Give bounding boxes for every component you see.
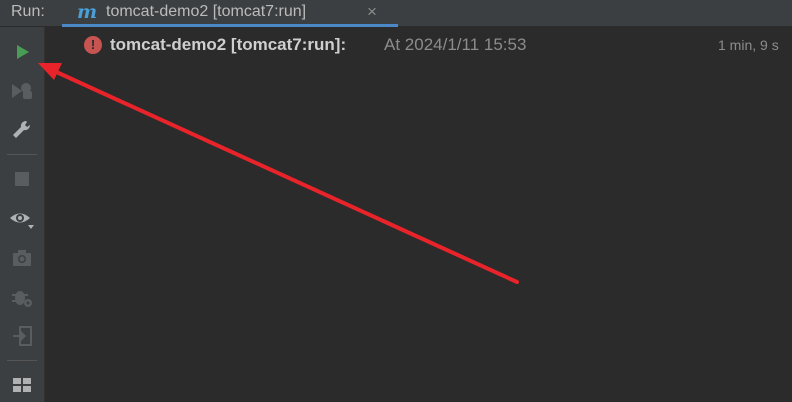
layout-button[interactable] — [8, 371, 36, 399]
show-options-button[interactable] — [8, 205, 36, 233]
wrench-icon — [13, 120, 31, 138]
stop-button[interactable] — [8, 165, 36, 193]
camera-icon — [13, 250, 31, 266]
rerun-failed-icon — [12, 83, 32, 99]
tab-label: tomcat-demo2 [tomcat7:run] — [106, 3, 307, 20]
tab-tomcat-demo2[interactable]: m tomcat-demo2 [tomcat7:run] × — [62, 0, 398, 27]
run-item-duration: 1 min, 9 s — [718, 37, 779, 53]
exit-icon — [13, 326, 32, 346]
toolbar-separator — [7, 360, 37, 361]
maven-m-icon: m — [77, 1, 98, 23]
stop-icon — [15, 172, 29, 186]
rerun-failed-button[interactable] — [8, 77, 36, 105]
run-item-title: tomcat-demo2 [tomcat7:run]: — [110, 35, 347, 54]
run-tree-item[interactable]: ! tomcat-demo2 [tomcat7:run]: At 2024/1/… — [45, 27, 792, 63]
run-tree-panel: ! tomcat-demo2 [tomcat7:run]: At 2024/1/… — [45, 27, 792, 402]
exit-button[interactable] — [8, 322, 36, 350]
rerun-button[interactable] — [8, 38, 36, 66]
close-icon[interactable]: × — [367, 2, 377, 22]
run-toolbar — [0, 27, 45, 402]
debug-settings-button[interactable] — [8, 283, 36, 311]
dump-threads-button[interactable] — [8, 244, 36, 272]
bug-settings-icon — [12, 291, 32, 307]
error-icon: ! — [84, 36, 102, 54]
rerun-icon — [17, 45, 29, 59]
toolbar-separator — [7, 154, 37, 155]
layout-icon — [13, 378, 31, 392]
run-tool-window: Run: m tomcat-demo2 [tomcat7:run] × ! to… — [0, 0, 792, 402]
settings-wrench-button[interactable] — [8, 116, 36, 144]
eye-icon — [10, 213, 34, 229]
run-label: Run: — [11, 3, 45, 20]
run-item-time: At 2024/1/11 15:53 — [384, 35, 527, 54]
run-header: Run: m tomcat-demo2 [tomcat7:run] × — [0, 0, 792, 27]
